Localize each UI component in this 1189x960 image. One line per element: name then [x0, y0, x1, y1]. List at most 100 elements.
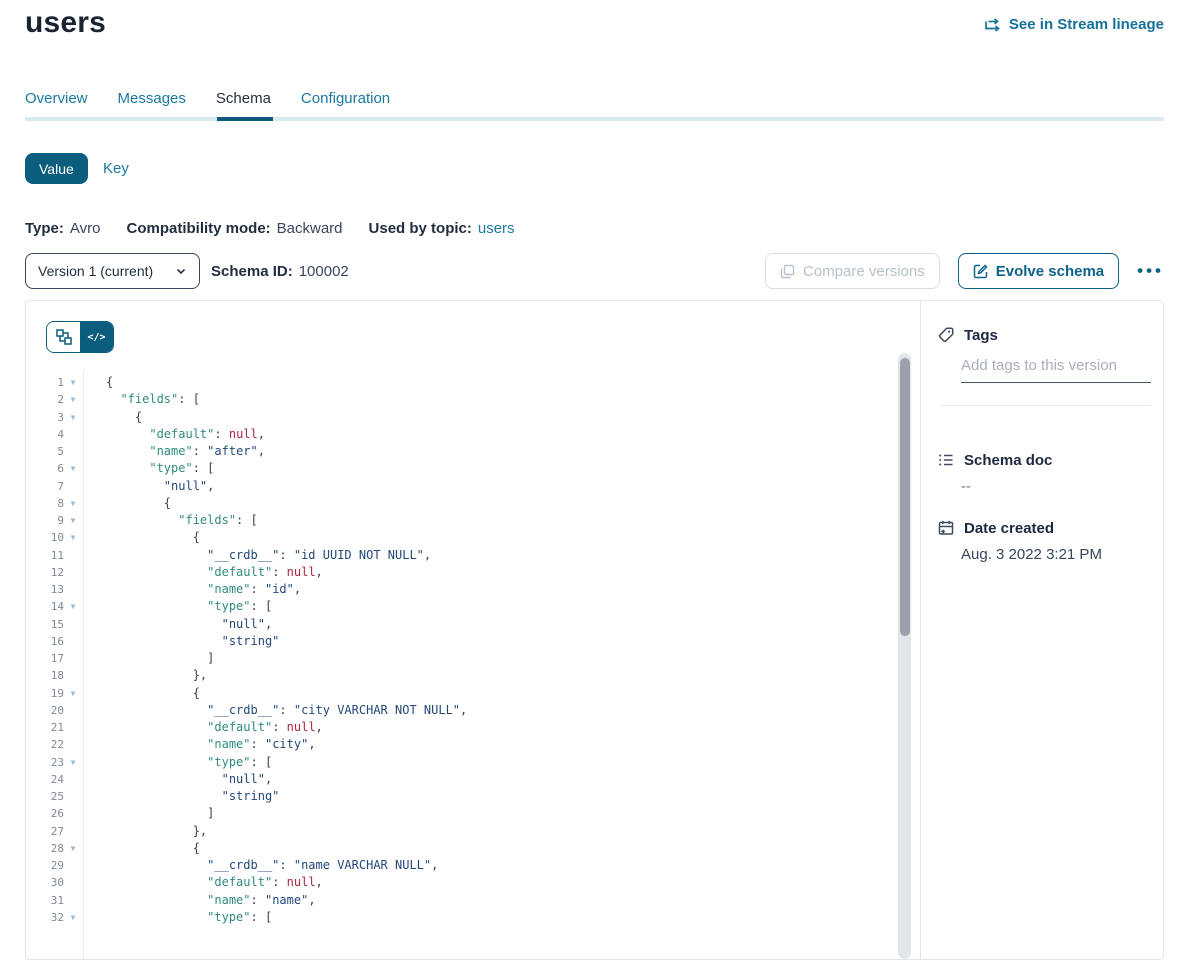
- evolve-schema-button[interactable]: Evolve schema: [958, 253, 1119, 289]
- code-text: "name": "name",: [82, 892, 316, 909]
- fold-toggle-icon: [64, 667, 82, 684]
- fold-toggle-icon[interactable]: ▼: [64, 460, 82, 477]
- fold-toggle-icon: [64, 874, 82, 891]
- code-line: 32▼ "type": [: [26, 909, 894, 926]
- edit-icon: [973, 264, 988, 279]
- code-lines: 1▼{2▼ "fields": [3▼ {4 "default": null,5…: [26, 374, 894, 926]
- tab-messages[interactable]: Messages: [118, 90, 186, 119]
- schema-id-value: 100002: [299, 263, 349, 280]
- line-number: 32: [26, 909, 64, 926]
- line-number: 4: [26, 426, 64, 443]
- used-by-topic-label: Used by topic:: [369, 220, 472, 237]
- fold-toggle-icon[interactable]: ▼: [64, 409, 82, 426]
- code-line: 12 "default": null,: [26, 564, 894, 581]
- line-number: 12: [26, 564, 64, 581]
- code-line: 19▼ {: [26, 685, 894, 702]
- code-text: "name": "city",: [82, 736, 316, 753]
- date-created-heading: Date created: [937, 519, 1054, 537]
- schema-meta-row: Type: Avro Compatibility mode: Backward …: [25, 220, 515, 237]
- fold-toggle-icon[interactable]: ▼: [64, 495, 82, 512]
- line-number: 16: [26, 633, 64, 650]
- code-line: 20 "__crdb__": "city VARCHAR NOT NULL",: [26, 702, 894, 719]
- code-text: "type": [: [82, 909, 272, 926]
- fold-toggle-icon: [64, 426, 82, 443]
- line-number: 21: [26, 719, 64, 736]
- stream-lineage-link[interactable]: See in Stream lineage: [985, 16, 1164, 33]
- fold-toggle-icon[interactable]: ▼: [64, 391, 82, 408]
- line-number: 14: [26, 598, 64, 615]
- tab-overview[interactable]: Overview: [25, 90, 88, 119]
- code-text: "string": [82, 633, 279, 650]
- fold-toggle-icon[interactable]: ▼: [64, 598, 82, 615]
- code-line: 7 "null",: [26, 478, 894, 495]
- code-text: "__crdb__": "id UUID NOT NULL",: [82, 547, 431, 564]
- more-options-button[interactable]: •••: [1137, 253, 1164, 289]
- line-number: 29: [26, 857, 64, 874]
- compatibility-label: Compatibility mode:: [126, 220, 270, 237]
- code-line: 21 "default": null,: [26, 719, 894, 736]
- code-text: "name": "id",: [82, 581, 301, 598]
- code-view-button[interactable]: </>: [80, 322, 113, 352]
- code-line: 14▼ "type": [: [26, 598, 894, 615]
- fold-toggle-icon[interactable]: ▼: [64, 374, 82, 391]
- editor-scrollbar-thumb[interactable]: [900, 358, 910, 636]
- fold-toggle-icon[interactable]: ▼: [64, 840, 82, 857]
- version-select[interactable]: Version 1 (current): [25, 253, 200, 289]
- schema-doc-heading: Schema doc: [937, 451, 1052, 469]
- key-toggle-button[interactable]: Key: [103, 160, 129, 177]
- line-number: 26: [26, 805, 64, 822]
- tab-configuration[interactable]: Configuration: [301, 90, 390, 119]
- code-text: "default": null,: [82, 426, 265, 443]
- page-title: users: [25, 6, 106, 40]
- code-line: 31 "name": "name",: [26, 892, 894, 909]
- code-text: {: [82, 840, 200, 857]
- fold-toggle-icon[interactable]: ▼: [64, 909, 82, 926]
- code-line: 1▼{: [26, 374, 894, 391]
- stream-lineage-icon: [985, 17, 1002, 33]
- fold-toggle-icon[interactable]: ▼: [64, 529, 82, 546]
- fold-toggle-icon[interactable]: ▼: [64, 512, 82, 529]
- code-text: {: [82, 409, 142, 426]
- code-text: {: [82, 529, 200, 546]
- schema-id-label: Schema ID:: [211, 263, 293, 280]
- line-number: 13: [26, 581, 64, 598]
- tab-schema[interactable]: Schema: [216, 90, 271, 119]
- compare-versions-button[interactable]: Compare versions: [765, 253, 940, 289]
- code-line: 17 ]: [26, 650, 894, 667]
- fold-toggle-icon: [64, 650, 82, 667]
- type-label: Type:: [25, 220, 64, 237]
- code-line: 2▼ "fields": [: [26, 391, 894, 408]
- code-text: },: [82, 823, 207, 840]
- topic-link[interactable]: users: [478, 220, 515, 237]
- code-text: {: [82, 495, 171, 512]
- line-number: 20: [26, 702, 64, 719]
- line-number: 30: [26, 874, 64, 891]
- value-toggle-button[interactable]: Value: [25, 153, 88, 184]
- fold-toggle-icon: [64, 788, 82, 805]
- schema-code-editor[interactable]: 1▼{2▼ "fields": [3▼ {4 "default": null,5…: [26, 374, 894, 926]
- bulleted-list-icon: [937, 451, 955, 469]
- fold-toggle-icon[interactable]: ▼: [64, 754, 82, 771]
- fold-toggle-icon[interactable]: ▼: [64, 685, 82, 702]
- tab-active-indicator: [217, 117, 273, 121]
- code-text: "type": [: [82, 460, 214, 477]
- code-line: 11 "__crdb__": "id UUID NOT NULL",: [26, 547, 894, 564]
- add-tags-input[interactable]: [961, 353, 1151, 383]
- code-text: "type": [: [82, 754, 272, 771]
- line-number: 6: [26, 460, 64, 477]
- code-line: 3▼ {: [26, 409, 894, 426]
- evolve-schema-label: Evolve schema: [996, 263, 1104, 280]
- line-number: 23: [26, 754, 64, 771]
- tree-view-button[interactable]: [47, 322, 80, 352]
- chevron-down-icon: [175, 265, 187, 277]
- code-line: 16 "string": [26, 633, 894, 650]
- tags-section-heading: Tags: [937, 326, 998, 344]
- fold-toggle-icon: [64, 564, 82, 581]
- compatibility-value: Backward: [277, 220, 343, 237]
- code-text: "fields": [: [82, 391, 200, 408]
- fold-toggle-icon: [64, 547, 82, 564]
- code-text: "default": null,: [82, 874, 323, 891]
- fold-toggle-icon: [64, 719, 82, 736]
- fold-toggle-icon: [64, 892, 82, 909]
- line-number: 8: [26, 495, 64, 512]
